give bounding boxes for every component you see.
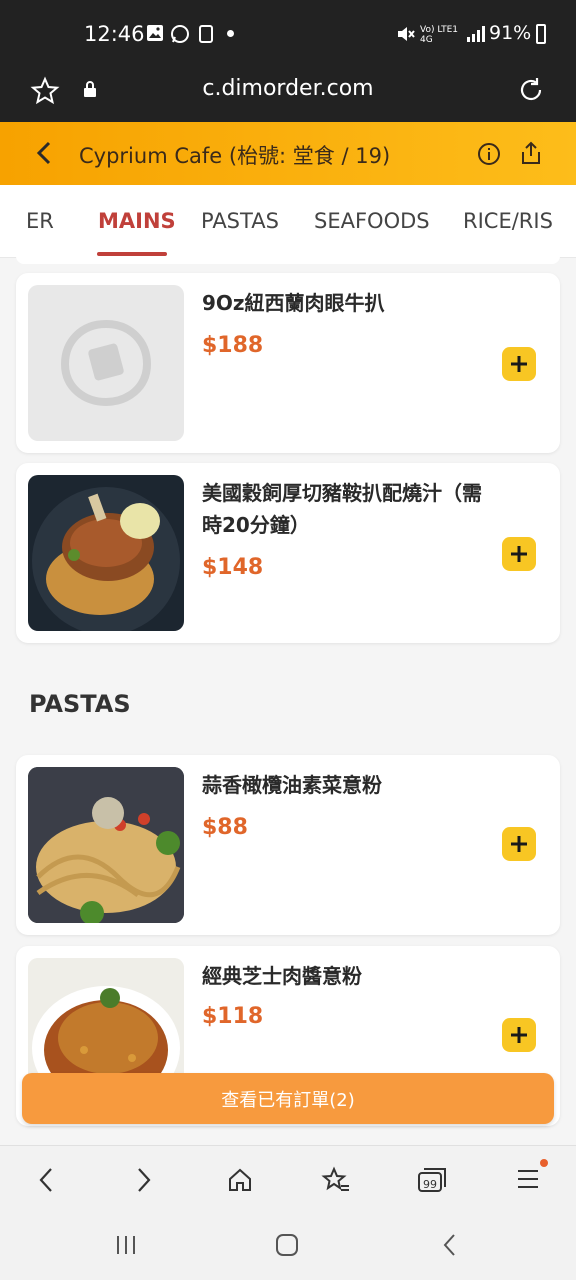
home-icon[interactable] xyxy=(226,1166,254,1198)
system-nav-bar xyxy=(0,1215,576,1280)
forward-arrow-icon[interactable] xyxy=(134,1166,154,1198)
battery-percent: 91% xyxy=(489,22,532,44)
tab-pastas[interactable]: PASTAS xyxy=(201,209,279,233)
card-partial xyxy=(16,256,560,264)
app-icon xyxy=(198,24,218,44)
page-title: Cyprium Cafe (枱號: 堂食 / 19) xyxy=(79,144,391,168)
browser-bottom-nav: 99 xyxy=(0,1145,576,1216)
tab-mains[interactable]: MAINS xyxy=(98,209,176,233)
share-icon[interactable] xyxy=(519,140,543,170)
reload-icon[interactable] xyxy=(516,75,546,109)
back-arrow-icon[interactable] xyxy=(36,1166,56,1198)
menu-notification-dot xyxy=(540,1159,548,1167)
app-header: Cyprium Cafe (枱號: 堂食 / 19) xyxy=(0,122,576,185)
item-price: $148 xyxy=(202,555,264,580)
section-title-pastas: PASTAS xyxy=(29,690,131,718)
tab-rice[interactable]: RICE/RIS xyxy=(463,209,553,233)
item-name: 經典芝士肉醬意粉 xyxy=(202,964,362,988)
item-name: 美國穀飼厚切豬鞍扒配燒汁（需時20分鐘） xyxy=(202,481,482,537)
plus-icon xyxy=(511,356,527,372)
item-name: 蒜香橄欖油素菜意粉 xyxy=(202,773,382,797)
add-button[interactable] xyxy=(502,827,536,861)
recents-icon[interactable] xyxy=(114,1233,138,1261)
tab-seafoods[interactable]: SEAFOODS xyxy=(314,209,430,233)
plus-icon xyxy=(511,1027,527,1043)
item-price: $88 xyxy=(202,815,248,840)
back-icon[interactable] xyxy=(34,140,54,170)
menu-item-card[interactable]: 美國穀飼厚切豬鞍扒配燒汁（需時20分鐘） $148 xyxy=(16,463,560,643)
garlic-pasta-image xyxy=(28,767,184,923)
plus-icon xyxy=(511,836,527,852)
add-button[interactable] xyxy=(502,1018,536,1052)
item-price: $118 xyxy=(202,1004,264,1029)
url-text[interactable]: c.dimorder.com xyxy=(0,76,576,101)
whatsapp-icon xyxy=(170,24,190,44)
system-back-icon[interactable] xyxy=(440,1233,460,1261)
signal-icon xyxy=(466,24,486,44)
browser-url-bar: c.dimorder.com xyxy=(0,70,576,122)
photo-icon xyxy=(146,24,166,44)
menu-item-card[interactable]: 9Oz紐西蘭肉眼牛扒 $188 xyxy=(16,273,560,453)
view-orders-label: 查看已有訂單(2) xyxy=(221,1089,355,1111)
mute-icon xyxy=(395,24,415,44)
status-time: 12:46 xyxy=(84,22,145,46)
plus-icon xyxy=(511,546,527,562)
item-name: 9Oz紐西蘭肉眼牛扒 xyxy=(202,291,385,315)
tab-partial[interactable]: ER xyxy=(26,209,54,233)
bookmarks-icon[interactable] xyxy=(321,1166,351,1198)
tabs-icon[interactable]: 99 xyxy=(417,1167,447,1197)
status-bar: 12:46 Vo) LTE1 4G 91% xyxy=(0,0,576,70)
menu-icon[interactable] xyxy=(516,1168,540,1194)
view-orders-button[interactable]: 查看已有訂單(2) xyxy=(22,1073,554,1124)
info-icon[interactable] xyxy=(477,142,501,170)
network-label: Vo) LTE1 4G xyxy=(420,25,459,45)
battery-icon xyxy=(536,24,546,44)
home-pill-icon[interactable] xyxy=(275,1233,299,1261)
svg-text:99: 99 xyxy=(423,1178,437,1191)
notification-dot xyxy=(227,30,234,37)
add-button[interactable] xyxy=(502,347,536,381)
item-price: $188 xyxy=(202,333,264,358)
placeholder-logo-image xyxy=(28,285,184,441)
menu-item-card[interactable]: 蒜香橄欖油素菜意粉 $88 xyxy=(16,755,560,935)
add-button[interactable] xyxy=(502,537,536,571)
pork-chop-image xyxy=(28,475,184,631)
category-tabs: ER MAINS PASTAS SEAFOODS RICE/RIS xyxy=(0,185,576,258)
